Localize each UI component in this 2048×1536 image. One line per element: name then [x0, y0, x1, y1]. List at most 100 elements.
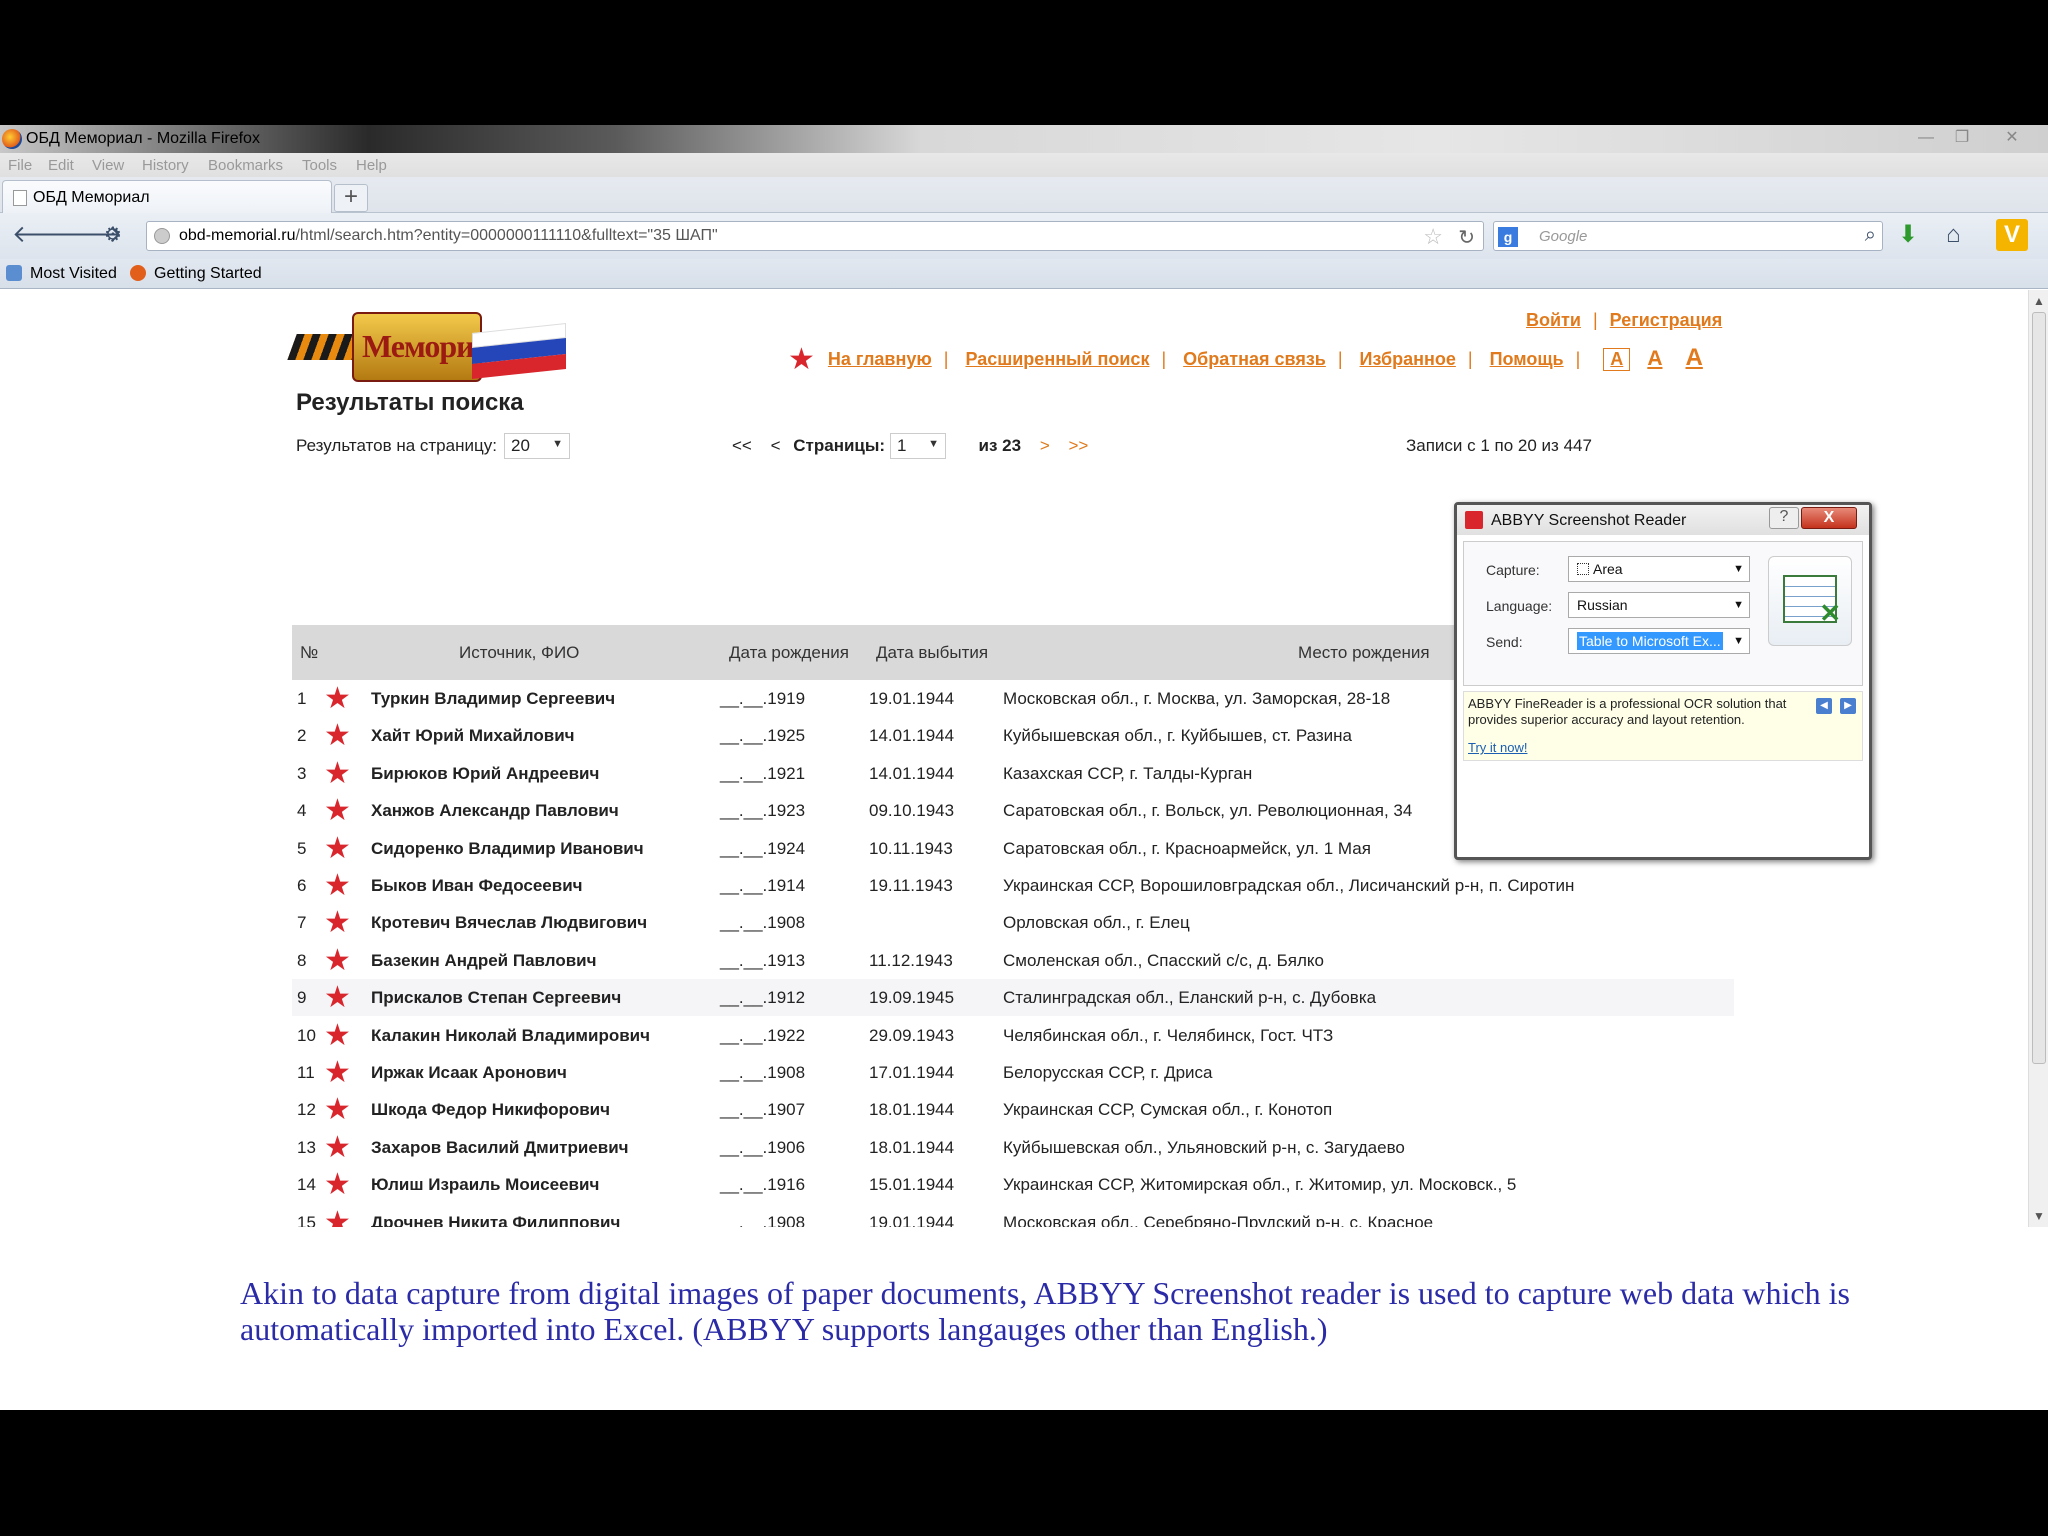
bookmark-most-visited[interactable]: Most Visited — [6, 265, 117, 283]
star-icon: ★ — [324, 1093, 351, 1127]
close-button[interactable]: X — [1801, 507, 1857, 529]
row-name[interactable]: Иржак Исаак Аронович — [371, 1063, 567, 1083]
menu-view[interactable]: View — [92, 157, 124, 174]
last-page-link[interactable]: >> — [1068, 436, 1088, 456]
login-link[interactable]: Войти — [1526, 310, 1581, 330]
scroll-down-icon[interactable]: ▼ — [2033, 1209, 2045, 1223]
page-select[interactable]: 1 — [890, 433, 946, 459]
row-name[interactable]: Шкода Федор Никифорович — [371, 1100, 610, 1120]
nav-home[interactable]: На главную — [828, 349, 932, 369]
bookmark-getting-started[interactable]: Getting Started — [130, 265, 262, 283]
nav-favorites[interactable]: Избранное — [1360, 349, 1456, 369]
table-row[interactable]: ★ 14 Юлиш Израиль Моисеевич __.__.1916 15.01… — [292, 1166, 1734, 1203]
row-name[interactable]: Ханжов Александр Павлович — [371, 801, 619, 821]
maximize-icon[interactable]: ❐ — [1944, 127, 1980, 149]
font-size-medium-button[interactable]: A — [1641, 347, 1668, 371]
capture-label: Capture: — [1486, 562, 1540, 578]
try-it-now-link[interactable]: Try it now! — [1468, 740, 1527, 755]
row-name[interactable]: Бирюков Юрий Андреевич — [371, 764, 599, 784]
row-name[interactable]: Захаров Василий Дмитриевич — [371, 1138, 629, 1158]
table-row[interactable]: ★ 10 Калакин Николай Владимирович __.__.192… — [292, 1017, 1734, 1054]
capture-combo[interactable]: Area — [1568, 556, 1750, 582]
row-birth-date: __.__.1922 — [720, 1025, 806, 1045]
tab-bar: ОБД Мемориал + — [0, 177, 2048, 213]
prev-page-link[interactable]: < — [771, 436, 781, 456]
register-link[interactable]: Регистрация — [1610, 310, 1723, 330]
minimize-icon[interactable]: — — [1908, 127, 1944, 149]
google-icon[interactable]: g — [1498, 227, 1518, 247]
vertical-scrollbar[interactable]: ▲ ▼ — [2028, 290, 2048, 1227]
abbyy-title: ABBYY Screenshot Reader — [1491, 512, 1687, 529]
help-button[interactable]: ? — [1769, 507, 1799, 529]
logo-plate: Мемориал — [352, 312, 507, 382]
font-size-small-button[interactable]: A — [1603, 348, 1631, 371]
table-row[interactable]: ★ 8 Базекин Андрей Павлович __.__.1913 11.12… — [292, 942, 1734, 979]
col-birth-date: Дата рождения — [729, 643, 849, 662]
home-icon[interactable]: ⌂ — [1946, 223, 1961, 247]
row-name[interactable]: Хайт Юрий Михайлович — [371, 726, 575, 746]
star-icon: ★ — [324, 719, 351, 753]
first-page-link[interactable]: << — [732, 436, 752, 456]
menu-history[interactable]: History — [142, 157, 189, 174]
search-bar[interactable]: g Google ⌕ — [1493, 221, 1883, 251]
language-combo[interactable]: Russian — [1568, 592, 1750, 618]
table-row[interactable]: ★ 12 Шкода Федор Никифорович __.__.1907 18.0… — [292, 1091, 1734, 1128]
table-row[interactable]: ★ 9 Прискалов Степан Сергеевич __.__.1912 19… — [292, 979, 1734, 1017]
abbyy-title-bar[interactable]: ABBYY Screenshot Reader ? X — [1457, 505, 1869, 535]
row-name[interactable]: Сидоренко Владимир Иванович — [371, 839, 644, 859]
addon-v-icon[interactable]: V — [1996, 219, 2028, 251]
table-row[interactable]: ★ 11 Иржак Исаак Аронович __.__.1908 17.01.1… — [292, 1054, 1734, 1091]
tab-obd-memorial[interactable]: ОБД Мемориал — [2, 180, 332, 213]
next-page-link[interactable]: > — [1040, 436, 1050, 456]
reload-icon[interactable]: ↻ — [1458, 225, 1475, 250]
font-size-large-button[interactable]: A — [1680, 344, 1709, 372]
row-leave-date: 19.01.1944 — [869, 689, 955, 708]
send-combo[interactable]: Table to Microsoft Ex... — [1568, 628, 1750, 654]
row-name[interactable]: Дрочнев Никита Филиппович — [371, 1213, 620, 1227]
abbyy-settings: Capture: Area Language: Russian Send: Ta… — [1463, 541, 1863, 686]
per-page-value: 20 — [511, 436, 530, 455]
scroll-up-icon[interactable]: ▲ — [2033, 294, 2045, 308]
site-identity-icon[interactable]: ⚙ — [104, 223, 122, 247]
close-icon[interactable]: ✕ — [1994, 127, 2030, 149]
url-bar[interactable]: obd-memorial.ru/html/search.htm?entity=0… — [146, 221, 1484, 251]
row-birth-date: __.__.1912 — [720, 988, 806, 1008]
col-source-name: Источник, ФИО — [459, 643, 580, 662]
menu-file[interactable]: File — [8, 157, 32, 174]
row-name[interactable]: Базекин Андрей Павлович — [371, 951, 597, 971]
menu-tools[interactable]: Tools — [302, 157, 337, 174]
table-row[interactable]: ★ 13 Захаров Василий Дмитриевич __.__.1906 1… — [292, 1129, 1734, 1166]
bookmark-star-icon[interactable]: ☆ — [1423, 224, 1443, 250]
ad-next-icon[interactable]: ▶ — [1840, 698, 1856, 714]
area-icon — [1577, 563, 1589, 575]
row-number: 3 — [297, 763, 307, 783]
row-name[interactable]: Туркин Владимир Сергеевич — [371, 689, 615, 709]
table-row[interactable]: ★ 15 Дрочнев Никита Филиппович __.__.1908 19… — [292, 1204, 1734, 1227]
row-name[interactable]: Кротевич Вячеслав Людвигович — [371, 913, 647, 933]
row-name[interactable]: Быков Иван Федосеевич — [371, 876, 583, 896]
search-icon[interactable]: ⌕ — [1865, 224, 1876, 247]
nav-help[interactable]: Помощь — [1490, 349, 1564, 369]
menu-edit[interactable]: Edit — [48, 157, 74, 174]
new-tab-button[interactable]: + — [334, 184, 368, 212]
per-page-select[interactable]: 20 — [504, 433, 570, 459]
row-name[interactable]: Калакин Николай Владимирович — [371, 1026, 650, 1046]
memorial-logo[interactable]: Мемориал — [287, 312, 566, 388]
auth-links: Войти | Регистрация — [1526, 310, 1723, 330]
table-row[interactable]: ★ 7 Кротевич Вячеслав Людвигович __.__.1908… — [292, 904, 1734, 941]
capture-button[interactable]: ✕ — [1768, 556, 1852, 646]
row-name[interactable]: Прискалов Степан Сергеевич — [371, 988, 621, 1008]
ad-prev-icon[interactable]: ◀ — [1816, 698, 1832, 714]
menu-help[interactable]: Help — [356, 157, 387, 174]
caption-area: Akin to data capture from digital images… — [0, 1227, 2048, 1410]
abbyy-app-icon — [1465, 511, 1483, 529]
url-text[interactable]: obd-memorial.ru/html/search.htm?entity=0… — [179, 227, 718, 245]
nav-advanced-search[interactable]: Расширенный поиск — [965, 349, 1149, 369]
scroll-thumb[interactable] — [2032, 312, 2046, 1064]
row-name[interactable]: Юлиш Израиль Моисеевич — [371, 1175, 599, 1195]
menu-bookmarks[interactable]: Bookmarks — [208, 157, 283, 174]
download-icon[interactable]: ⬇ — [1898, 223, 1918, 247]
table-row[interactable]: ★ 6 Быков Иван Федосеевич __.__.1914 19.11.1… — [292, 867, 1734, 904]
nav-feedback[interactable]: Обратная связь — [1183, 349, 1326, 369]
row-birth-place: Казахская ССР, г. Талды-Курган — [1003, 763, 1253, 783]
